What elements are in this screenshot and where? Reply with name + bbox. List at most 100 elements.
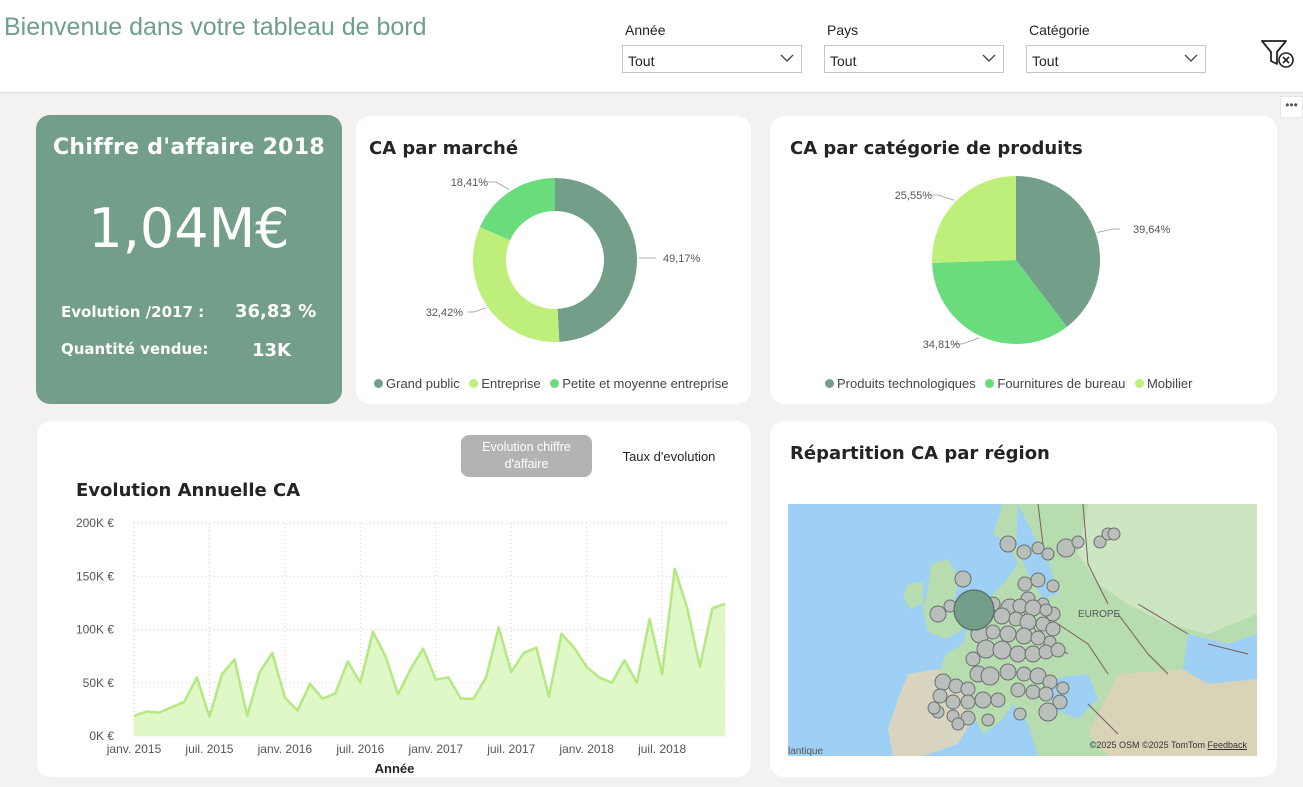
pie-slice[interactable] [479,178,555,241]
map-bubble[interactable] [999,535,1017,553]
map-bubble[interactable] [951,717,965,731]
map-bubble[interactable] [974,691,992,709]
filter-clear-icon[interactable] [1260,38,1296,70]
toggle-taux-evolution-button[interactable]: Taux d'evolution [606,449,732,464]
x-tick-label: juil. 2017 [486,742,535,756]
map-bubble[interactable] [1016,666,1032,682]
legend-dot [1134,379,1144,388]
map-bubble[interactable] [1010,682,1026,698]
leader-line [1097,228,1120,233]
map-bubble[interactable] [993,607,1011,625]
map-bubble[interactable] [1107,527,1121,541]
market-donut-chart[interactable]: 49,17% 32,42% 18,41% [356,116,751,371]
category-pie-chart[interactable]: 39,64% 34,81% 25,55% [770,116,1277,371]
map-bubble[interactable] [934,673,952,691]
x-tick-label: juil. 2016 [335,742,384,756]
legend-dot [374,379,383,388]
legend-dot [469,379,479,388]
legend-item[interactable]: Produits technologiques [825,376,976,391]
map-bubble[interactable] [1039,603,1053,617]
map-bubble[interactable] [960,681,976,697]
slicer-label: Année [625,22,666,38]
map-bubble[interactable] [932,688,948,704]
map-bubble[interactable] [1030,572,1046,588]
map-feedback-link[interactable]: Feedback [1207,740,1247,750]
map-bubble[interactable] [1016,544,1032,560]
slicer-dropdown[interactable]: Tout [622,45,802,73]
map-bubble[interactable] [981,713,995,727]
legend-item[interactable]: Petite et moyenne entreprise [550,376,728,391]
map-bubble[interactable] [1050,642,1066,658]
evolution-area-chart[interactable]: 0K € 50K € 100K € 150K € 200K € janv. 2015 jui… [37,505,751,777]
pie-slice[interactable] [473,227,560,342]
slicer-categorie[interactable]: Catégorie Tout [1026,22,1206,73]
map-bubble[interactable] [1038,702,1058,722]
map-bubble[interactable] [954,570,972,588]
leader-line [930,194,955,201]
map-bubble[interactable] [1024,645,1042,663]
map-bubble[interactable] [960,694,976,710]
map-bubble[interactable] [976,639,996,659]
map-bubble[interactable] [1046,579,1060,593]
map-bubble[interactable] [1017,576,1033,592]
map-bubble[interactable] [965,651,981,667]
legend-item[interactable]: Mobilier [1134,376,1192,391]
page-title: Bienvenue dans votre tableau de bord [4,13,427,41]
data-label: 32,42% [426,307,464,319]
map-bubble[interactable] [1041,547,1055,561]
map-bubble[interactable] [1025,684,1041,700]
slicer-annee[interactable]: Année Tout [622,22,802,73]
x-tick-label: juil. 2015 [184,742,233,756]
toggle-evolution-ca-button[interactable]: Evolution chiffre d'affaire [461,435,592,477]
y-tick-label: 50K € [83,676,115,690]
map-bubble[interactable] [1019,613,1037,631]
map-bubble[interactable] [999,663,1017,681]
map-bubble[interactable] [929,605,947,623]
leader-line [488,181,510,191]
legend-label: Grand public [386,376,460,391]
data-label: 34,81% [923,339,961,351]
map-bubble[interactable] [980,666,1000,686]
map-bubble[interactable] [1038,686,1054,702]
map-bubble[interactable] [1045,621,1061,637]
map-title: Répartition CA par région [790,443,1050,464]
map-bubble[interactable] [927,701,941,715]
data-label: 39,64% [1133,224,1171,236]
header-bar: Bienvenue dans votre tableau de bord Ann… [0,0,1303,93]
pie-slice[interactable] [932,176,1016,263]
x-axis-title: Année [375,761,415,776]
map-bubble[interactable] [1056,681,1070,695]
slicer-label: Pays [827,22,859,38]
legend-label: Fournitures de bureau [997,376,1126,391]
x-tick-label: juil. 2018 [637,742,686,756]
leader-line [468,307,487,313]
map-bubble-large[interactable] [953,589,995,631]
chevron-down-icon [982,54,996,62]
map-bubble[interactable] [1015,627,1033,645]
map-bubble[interactable] [999,625,1017,643]
map-bubble[interactable] [992,640,1012,660]
pie-slice[interactable] [555,178,637,342]
data-label: 25,55% [895,190,933,202]
map-bubble[interactable] [1071,535,1085,549]
region-map[interactable]: EUROPE lantique ©2025 OSM ©2025 TomTom F… [788,504,1257,756]
map-bubble-layer[interactable] [788,504,1257,756]
market-legend: Grand public Entreprise Petite et moyenn… [374,376,734,391]
legend-item[interactable]: Grand public [374,376,460,391]
legend-item[interactable]: Entreprise [469,376,541,391]
more-options-button[interactable]: ••• [1280,96,1303,118]
kpi-quantity-label: Quantité vendue: [61,340,209,358]
slicer-dropdown[interactable]: Tout [1026,45,1206,73]
legend-dot [825,379,834,388]
slicer-dropdown[interactable]: Tout [824,45,1004,73]
map-bubble[interactable] [1013,707,1027,721]
legend-item[interactable]: Fournitures de bureau [985,376,1125,391]
map-bubble[interactable] [990,692,1006,708]
map-bubble[interactable] [985,624,1001,640]
category-chart-card[interactable]: CA par catégorie de produits 39,64% 34,81… [770,116,1277,404]
map-bubble[interactable] [1009,645,1027,663]
market-chart-card[interactable]: CA par marché 49,17% 32,42% 18,41% Grand p… [356,116,751,404]
slicer-pays[interactable]: Pays Tout [824,22,1004,73]
map-bubble[interactable] [945,694,961,710]
map-bubble[interactable] [1030,630,1046,646]
